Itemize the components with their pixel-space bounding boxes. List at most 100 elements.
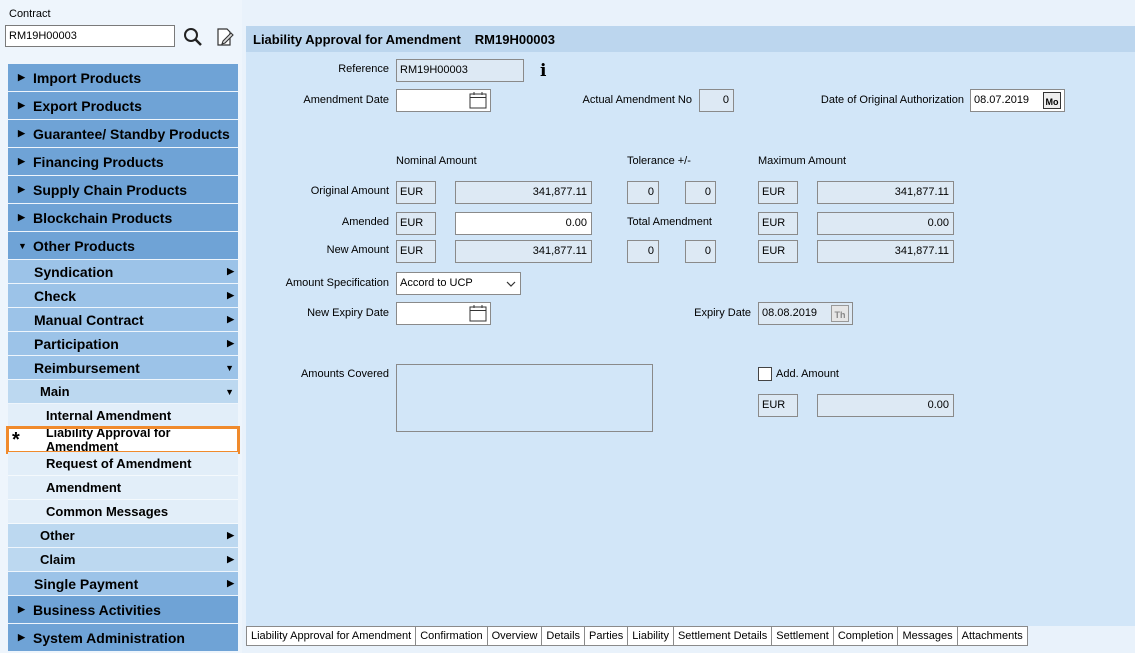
nav-common-messages[interactable]: Common Messages: [8, 500, 238, 524]
date-original-authorization-field[interactable]: 08.07.2019 Mo: [970, 89, 1065, 112]
amount-specification-select[interactable]: Accord to UCP: [396, 272, 521, 295]
new-tolerance-plus: 0: [627, 240, 659, 263]
add-amount-checkbox[interactable]: [758, 367, 772, 381]
nav-supply-chain-products[interactable]: ▶ Supply Chain Products: [8, 176, 238, 204]
info-icon[interactable]: i: [540, 61, 546, 81]
amended-amount-input[interactable]: 0.00: [455, 212, 592, 235]
chevron-right-icon: ▶: [18, 604, 25, 614]
chevron-down-icon: ▼: [18, 240, 27, 251]
add-amount-value: 0.00: [817, 394, 954, 417]
original-tolerance-minus: 0: [685, 181, 716, 204]
chevron-right-icon: ▶: [227, 314, 234, 324]
nominal-amount-header: Nominal Amount: [396, 155, 477, 167]
chevron-right-icon: ▶: [18, 212, 25, 222]
page-title-reference: RM19H00003: [474, 31, 555, 47]
nav-participation[interactable]: Participation ▶: [8, 332, 238, 356]
new-amount-value: 341,877.11: [455, 240, 592, 263]
expiry-date-value: 08.08.2019: [762, 307, 818, 319]
nav-label: Claim: [40, 552, 76, 567]
nav-reimbursement-claim[interactable]: Claim ▶: [8, 548, 238, 572]
nav-label: System Administration: [33, 629, 185, 646]
edit-document-icon[interactable]: [214, 26, 236, 48]
tolerance-header: Tolerance +/-: [627, 155, 691, 167]
nav-syndication[interactable]: Syndication ▶: [8, 260, 238, 284]
calendar-icon[interactable]: Mo: [1043, 92, 1061, 109]
nav-blockchain-products[interactable]: ▶ Blockchain Products: [8, 204, 238, 232]
nav-export-products[interactable]: ▶ Export Products: [8, 92, 238, 120]
new-expiry-date-input[interactable]: [396, 302, 491, 325]
tab-liability-approval[interactable]: Liability Approval for Amendment: [246, 626, 417, 646]
actual-amendment-no-label: Actual Amendment No: [582, 94, 692, 106]
nav-label: Other: [40, 528, 75, 543]
page-title: Liability Approval for Amendment RM19H00…: [246, 26, 1135, 52]
tab-liability[interactable]: Liability: [628, 626, 674, 646]
nav-label: Main: [40, 384, 70, 399]
tab-attachments[interactable]: Attachments: [957, 626, 1028, 646]
nav-label: Single Payment: [34, 575, 139, 592]
tab-settlement-details[interactable]: Settlement Details: [673, 626, 773, 646]
original-amount-currency: EUR: [396, 181, 436, 204]
chevron-right-icon: ▶: [227, 578, 234, 588]
nav-financing-products[interactable]: ▶ Financing Products: [8, 148, 238, 176]
tab-confirmation[interactable]: Confirmation: [416, 626, 488, 646]
nav-label: Reimbursement: [34, 359, 140, 376]
tab-details[interactable]: Details: [542, 626, 586, 646]
nav-business-activities[interactable]: ▶ Business Activities: [8, 596, 238, 624]
nav-liability-approval-for-amendment[interactable]: * Liability Approval for Amendment: [6, 426, 240, 454]
tab-completion[interactable]: Completion: [833, 626, 899, 646]
original-max-currency: EUR: [758, 181, 798, 204]
tab-settlement[interactable]: Settlement: [772, 626, 834, 646]
chevron-right-icon: ▶: [18, 100, 25, 110]
nav-guarantee-products[interactable]: ▶ Guarantee/ Standby Products: [8, 120, 238, 148]
nav-request-of-amendment[interactable]: Request of Amendment: [8, 452, 238, 476]
nav-manual-contract[interactable]: Manual Contract ▶: [8, 308, 238, 332]
actual-amendment-no-field: 0: [699, 89, 734, 112]
expiry-date-label: Expiry Date: [694, 307, 751, 319]
original-amount-value: 341,877.11: [455, 181, 592, 204]
amount-specification-label: Amount Specification: [285, 277, 389, 289]
new-max-currency: EUR: [758, 240, 798, 263]
chevron-down-icon: ▼: [225, 362, 234, 373]
nav-import-products[interactable]: ▶ Import Products: [8, 64, 238, 92]
nav-reimbursement-main[interactable]: Main ▼: [8, 380, 238, 404]
contract-input[interactable]: [5, 25, 175, 47]
nav-single-payment[interactable]: Single Payment ▶: [8, 572, 238, 596]
amounts-covered-textarea[interactable]: [396, 364, 653, 432]
tab-parties[interactable]: Parties: [585, 626, 629, 646]
original-tolerance-plus: 0: [627, 181, 659, 204]
chevron-right-icon: ▶: [18, 72, 25, 82]
calendar-icon[interactable]: [469, 305, 487, 322]
nav-reimbursement-other[interactable]: Other ▶: [8, 524, 238, 548]
amendment-date-input[interactable]: [396, 89, 491, 112]
nav-other-products[interactable]: ▼ Other Products: [8, 232, 238, 260]
nav-label: Common Messages: [46, 504, 169, 519]
amount-specification-value: Accord to UCP: [400, 277, 473, 289]
original-max-amount: 341,877.11: [817, 181, 954, 204]
amounts-covered-label: Amounts Covered: [300, 368, 389, 380]
nav-label: Manual Contract: [34, 311, 144, 328]
tab-overview[interactable]: Overview: [487, 626, 543, 646]
nav-label: Syndication: [34, 263, 114, 280]
nav-label: Check: [34, 287, 77, 304]
nav-amendment[interactable]: Amendment: [8, 476, 238, 500]
chevron-right-icon: ▶: [18, 156, 25, 166]
nav-label: Internal Amendment: [46, 408, 172, 423]
tab-messages[interactable]: Messages: [898, 626, 958, 646]
nav-reimbursement[interactable]: Reimbursement ▼: [8, 356, 238, 380]
nav-system-administration[interactable]: ▶ System Administration: [8, 624, 238, 652]
calendar-icon[interactable]: [469, 92, 487, 109]
chevron-right-icon: ▶: [18, 632, 25, 642]
reference-label: Reference: [338, 63, 389, 75]
nav-label: Export Products: [33, 97, 142, 114]
new-expiry-date-label: New Expiry Date: [307, 307, 389, 319]
expiry-date-field: 08.08.2019 Th: [758, 302, 853, 325]
asterisk-icon: *: [12, 429, 20, 451]
nav-internal-amendment[interactable]: Internal Amendment: [8, 404, 238, 428]
nav-check[interactable]: Check ▶: [8, 284, 238, 308]
original-amount-label: Original Amount: [310, 185, 389, 197]
chevron-right-icon: ▶: [227, 554, 234, 564]
search-icon[interactable]: [182, 26, 204, 48]
nav-label: Participation: [34, 335, 119, 352]
new-amount-label: New Amount: [326, 244, 389, 256]
nav-label: Blockchain Products: [33, 209, 173, 226]
